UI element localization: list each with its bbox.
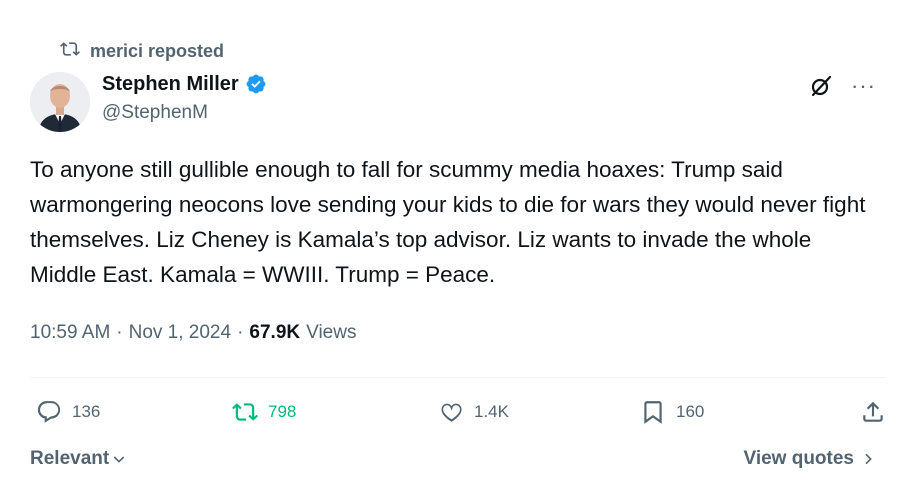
bookmark-count: 160 xyxy=(676,402,705,421)
share-button[interactable] xyxy=(860,396,886,428)
like-button[interactable]: 1.4K xyxy=(438,396,509,428)
divider xyxy=(30,377,886,378)
views-label: Views xyxy=(306,322,357,343)
view-quotes-link[interactable]: View quotes xyxy=(743,448,876,470)
reply-button[interactable]: 136 xyxy=(36,396,100,428)
grok-icon[interactable] xyxy=(809,74,833,98)
repost-count: 798 xyxy=(268,402,297,421)
like-count: 1.4K xyxy=(474,402,509,421)
view-quotes-label: View quotes xyxy=(743,448,854,469)
bookmark-button[interactable]: 160 xyxy=(640,396,704,428)
author-handle[interactable]: @StephenM xyxy=(102,102,267,124)
action-bar: 136 798 1.4K 160 xyxy=(30,396,886,428)
repost-icon xyxy=(232,399,258,425)
chevron-down-icon xyxy=(111,451,127,467)
bookmark-icon xyxy=(640,399,666,425)
repost-icon xyxy=(60,39,80,64)
repost-button[interactable]: 798 xyxy=(232,396,296,428)
tweet-meta: 10:59 AM · Nov 1, 2024 · 67.9K Views xyxy=(30,322,356,344)
reply-count: 136 xyxy=(72,402,101,421)
more-options-icon[interactable]: ··· xyxy=(851,75,876,97)
sort-label: Relevant xyxy=(30,448,110,469)
verified-badge-icon xyxy=(245,73,267,95)
heart-icon xyxy=(438,399,464,425)
repost-indicator[interactable]: merici reposted xyxy=(60,40,224,62)
avatar[interactable] xyxy=(30,72,90,132)
tweet-time[interactable]: 10:59 AM xyxy=(30,322,110,344)
views-count: 67.9K xyxy=(249,322,301,343)
repost-text: merici reposted xyxy=(90,40,225,61)
share-icon xyxy=(860,399,886,425)
meta-separator: · xyxy=(237,322,244,343)
sort-dropdown[interactable]: Relevant xyxy=(30,448,127,470)
meta-separator: · xyxy=(116,322,123,343)
chevron-right-icon xyxy=(860,451,876,467)
author-name[interactable]: Stephen Miller xyxy=(102,73,239,96)
tweet-date[interactable]: Nov 1, 2024 xyxy=(129,322,231,344)
tweet-text: To anyone still gullible enough to fall … xyxy=(30,157,866,287)
reply-icon xyxy=(36,399,62,425)
